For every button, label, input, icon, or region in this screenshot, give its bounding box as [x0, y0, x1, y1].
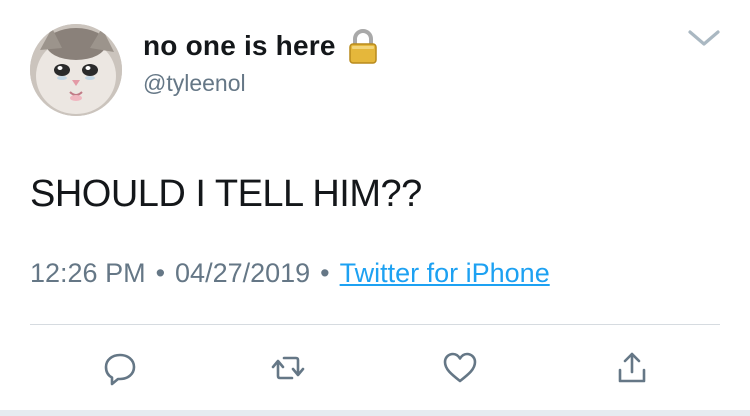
heart-icon[interactable]: [442, 350, 478, 386]
meta-separator: •: [155, 258, 166, 288]
avatar[interactable]: [30, 24, 122, 116]
reply-icon[interactable]: [102, 350, 138, 386]
chevron-down-icon[interactable]: [686, 26, 722, 50]
username[interactable]: @tyleenol: [143, 68, 246, 98]
tweet-meta: 12:26 PM • 04/27/2019 • Twitter for iPhone: [30, 254, 550, 292]
divider: [30, 324, 720, 325]
crying-cat-avatar-image: [30, 24, 122, 116]
tweet-date: 04/27/2019: [175, 258, 311, 288]
tweet-time: 12:26 PM: [30, 258, 146, 288]
retweet-icon[interactable]: [270, 350, 306, 386]
tweet-card: no one is here @tyleenol SHOULD I TELL H…: [0, 0, 750, 416]
tweet-text: SHOULD I TELL HIM??: [30, 173, 422, 215]
tweet-bottom-border: [0, 410, 750, 416]
lock-icon: [346, 28, 380, 64]
tweet-source-link[interactable]: Twitter for iPhone: [340, 258, 550, 288]
display-name[interactable]: no one is here: [143, 28, 336, 64]
meta-separator: •: [320, 258, 330, 288]
display-name-row: no one is here: [143, 28, 380, 64]
share-icon[interactable]: [614, 350, 650, 386]
